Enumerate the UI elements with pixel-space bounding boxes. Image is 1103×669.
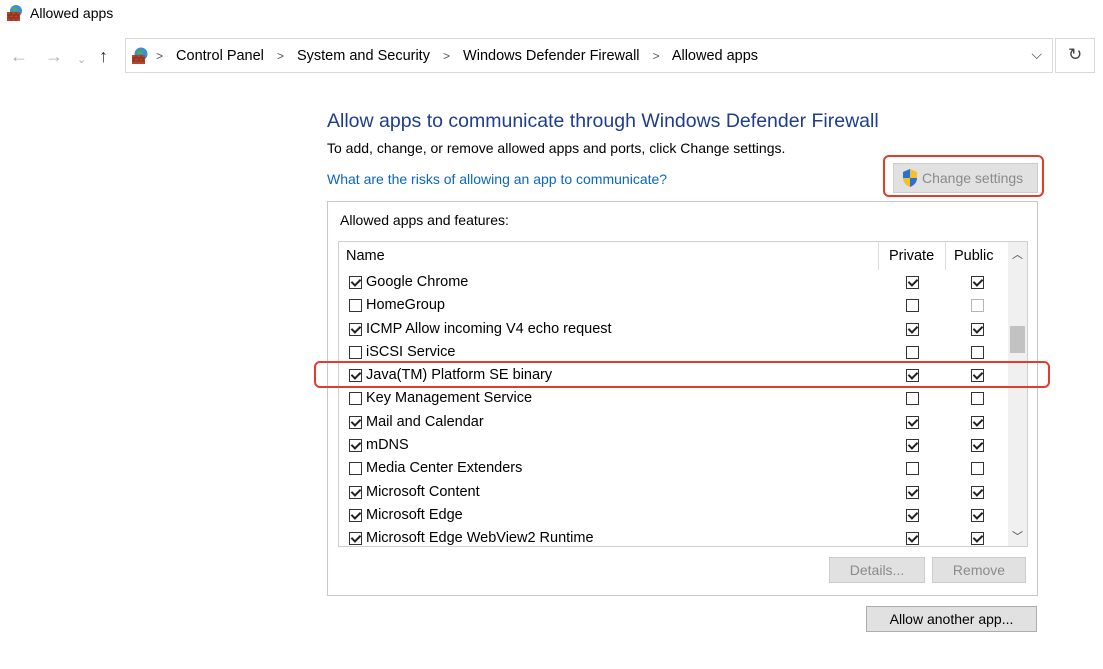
table-row[interactable]: Mail and Calendar [339,412,1005,435]
back-arrow-icon[interactable]: ← [10,46,28,66]
app-enabled-checkbox[interactable] [349,276,362,289]
app-enabled-checkbox[interactable] [349,462,362,476]
details-button[interactable]: Details... [829,557,925,583]
column-header-private[interactable]: Private [889,242,934,270]
private-checkbox[interactable] [906,532,919,546]
private-checkbox[interactable] [906,485,919,499]
private-checkbox[interactable] [906,508,919,522]
forward-arrow-icon[interactable]: → [45,46,63,66]
public-checkbox[interactable] [971,439,984,453]
breadcrumb-firewall[interactable]: Windows Defender Firewall [463,48,639,64]
app-name: Mail and Calendar [366,413,484,430]
breadcrumb-control-panel[interactable]: Control Panel [176,48,264,64]
table-row[interactable]: ICMP Allow incoming V4 echo request [339,319,1005,342]
private-checkbox[interactable] [906,439,919,453]
table-row[interactable]: Microsoft Content [339,482,1005,505]
app-enabled-checkbox[interactable] [349,322,362,336]
address-history-chevron-icon[interactable]: ⌵ [1031,46,1042,63]
window-title: Allowed apps [30,5,114,21]
breadcrumb-separator[interactable]: > [277,49,284,63]
public-checkbox[interactable] [971,462,984,476]
private-checkbox[interactable] [906,276,919,289]
highlight-java-row [314,361,1050,388]
table-row[interactable]: Key Management Service [339,388,1005,411]
private-checkbox[interactable] [906,345,919,359]
public-checkbox[interactable] [971,322,984,336]
column-header-public[interactable]: Public [954,242,994,270]
app-name: mDNS [366,437,409,454]
refresh-icon: ↻ [1068,45,1083,64]
scrollbar-thumb[interactable] [1010,326,1025,353]
remove-button[interactable]: Remove [932,557,1026,583]
private-checkbox[interactable] [906,415,919,429]
risks-link[interactable]: What are the risks of allowing an app to… [327,171,667,187]
column-divider [945,242,946,270]
public-checkbox[interactable] [971,508,984,522]
instructions-text: To add, change, or remove allowed apps a… [327,140,786,156]
table-row[interactable]: HomeGroup [339,295,1005,318]
page-title: Allow apps to communicate through Window… [327,110,879,132]
apps-rows: Google Chrome HomeGroup ICMP Allow incomin… [339,272,1005,547]
public-checkbox[interactable] [971,345,984,359]
app-name: iSCSI Service [366,343,456,360]
refresh-button[interactable]: ↻ [1055,38,1095,73]
private-checkbox[interactable] [906,462,919,476]
breadcrumb: > Control Panel > System and Security > … [156,48,758,64]
app-enabled-checkbox[interactable] [349,345,362,359]
public-checkbox[interactable] [971,415,984,429]
apps-list[interactable]: Name Private Public Google Chrome HomeGro… [338,241,1028,547]
public-checkbox[interactable] [971,532,984,546]
column-divider [878,242,879,270]
table-row[interactable]: mDNS [339,435,1005,458]
app-name: Microsoft Edge WebView2 Runtime [366,530,594,547]
vertical-scrollbar[interactable]: ︿ ﹀ [1008,242,1027,546]
scroll-down-icon[interactable]: ﹀ [1012,528,1023,544]
app-name: Google Chrome [366,274,469,290]
app-name: HomeGroup [366,297,445,314]
app-name: Microsoft Edge [366,506,463,523]
app-name: Microsoft Content [366,483,480,500]
private-checkbox[interactable] [906,322,919,336]
breadcrumb-allowed-apps[interactable]: Allowed apps [672,48,758,64]
scroll-up-icon[interactable]: ︿ [1012,246,1023,262]
public-checkbox[interactable] [971,299,984,313]
table-row[interactable]: Microsoft Edge WebView2 Runtime [339,528,1005,547]
public-checkbox[interactable] [971,485,984,499]
app-enabled-checkbox[interactable] [349,299,362,313]
private-checkbox[interactable] [906,392,919,406]
app-name: ICMP Allow incoming V4 echo request [366,320,612,337]
app-enabled-checkbox[interactable] [349,415,362,429]
breadcrumb-system-security[interactable]: System and Security [297,48,430,64]
allow-another-app-button[interactable]: Allow another app... [866,606,1037,632]
app-enabled-checkbox[interactable] [349,485,362,499]
firewall-icon [7,5,22,21]
public-checkbox[interactable] [971,392,984,406]
address-bar[interactable]: > Control Panel > System and Security > … [125,38,1053,73]
control-panel-icon [132,47,148,64]
app-enabled-checkbox[interactable] [349,392,362,406]
table-row[interactable]: Media Center Extenders [339,458,1005,481]
breadcrumb-separator[interactable]: > [653,49,660,63]
group-label: Allowed apps and features: [340,212,509,228]
public-checkbox[interactable] [971,276,984,289]
private-checkbox[interactable] [906,299,919,313]
column-header-name[interactable]: Name [346,242,385,270]
up-arrow-icon[interactable]: ↑ [99,46,108,66]
breadcrumb-separator: > [156,49,164,63]
app-enabled-checkbox[interactable] [349,508,362,522]
chevron-down-icon[interactable]: ⌄ [77,50,86,70]
app-enabled-checkbox[interactable] [349,439,362,453]
app-name: Media Center Extenders [366,460,523,477]
highlight-change-settings [883,155,1044,197]
table-row[interactable]: Microsoft Edge [339,505,1005,528]
table-row[interactable]: Google Chrome [339,272,1005,295]
app-name: Key Management Service [366,390,533,407]
breadcrumb-separator[interactable]: > [443,49,450,63]
app-enabled-checkbox[interactable] [349,532,362,546]
